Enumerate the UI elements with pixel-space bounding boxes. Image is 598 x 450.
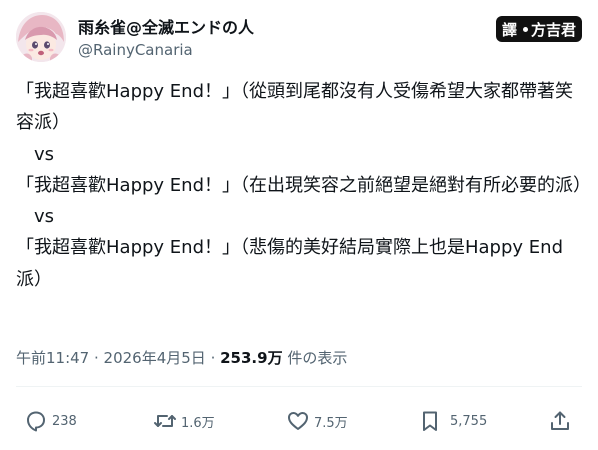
share-button[interactable] — [548, 404, 572, 438]
reply-button[interactable]: 238 — [24, 404, 77, 438]
like-button[interactable]: 7.5万 — [286, 404, 348, 438]
view-count: 253.9万 — [220, 349, 283, 367]
meta-separator: · — [89, 349, 104, 367]
watermark-dot-icon — [522, 26, 528, 32]
tweet-header: 雨糸雀@全滅エンドの人 @RainyCanaria 譯 方吉君 — [16, 12, 582, 68]
tweet-text: 「我超喜歡Happy End！」（從頭到尾都沒有人受傷希望大家都帶著笑容派） v… — [16, 76, 591, 295]
bookmark-button[interactable]: 5,755 — [418, 404, 487, 438]
tweet-time[interactable]: 午前11:47 — [16, 349, 89, 367]
tweet-line: 「我超喜歡Happy End！」（悲傷的美好結局實際上也是Happy End派） — [16, 237, 563, 290]
divider — [16, 386, 582, 387]
share-icon — [551, 411, 569, 430]
tweet-line: vs — [16, 206, 55, 228]
bookmark-count: 5,755 — [450, 413, 488, 429]
view-count-label: 件の表示 — [282, 349, 348, 367]
tweet-date[interactable]: 2026年4月5日 — [104, 349, 206, 367]
translator-watermark: 譯 方吉君 — [495, 16, 582, 42]
user-handle[interactable]: @RainyCanaria — [78, 40, 254, 60]
retweet-button[interactable]: 1.6万 — [153, 404, 215, 438]
reply-icon — [27, 411, 45, 432]
avatar-illustration — [16, 12, 66, 62]
bookmark-icon — [423, 411, 437, 431]
watermark-name: 方吉君 — [530, 20, 576, 39]
author-names: 雨糸雀@全滅エンドの人 @RainyCanaria — [78, 18, 254, 60]
like-count: 7.5万 — [314, 415, 348, 431]
reply-count: 238 — [52, 413, 77, 429]
avatar[interactable] — [16, 12, 66, 62]
tweet-line: 「我超喜歡Happy End！」（從頭到尾都沒有人受傷希望大家都帶著笑容派） — [16, 81, 573, 134]
heart-icon — [288, 412, 308, 430]
retweet-icon — [154, 415, 176, 427]
tweet-line: 「我超喜歡Happy End！」（在出現笑容之前絕望是絕對有所必要的派） — [16, 174, 591, 196]
meta-separator: · — [205, 349, 221, 367]
tweet-meta: 午前11:47 · 2026年4月5日 · 253.9万 件の表示 — [16, 346, 347, 370]
retweet-count: 1.6万 — [181, 415, 215, 431]
action-bar: 238 1.6万 7.5万 5,755 — [16, 404, 582, 438]
tweet-line: vs — [16, 143, 55, 165]
display-name[interactable]: 雨糸雀@全滅エンドの人 — [78, 18, 254, 38]
watermark-char: 譯 — [501, 20, 517, 39]
